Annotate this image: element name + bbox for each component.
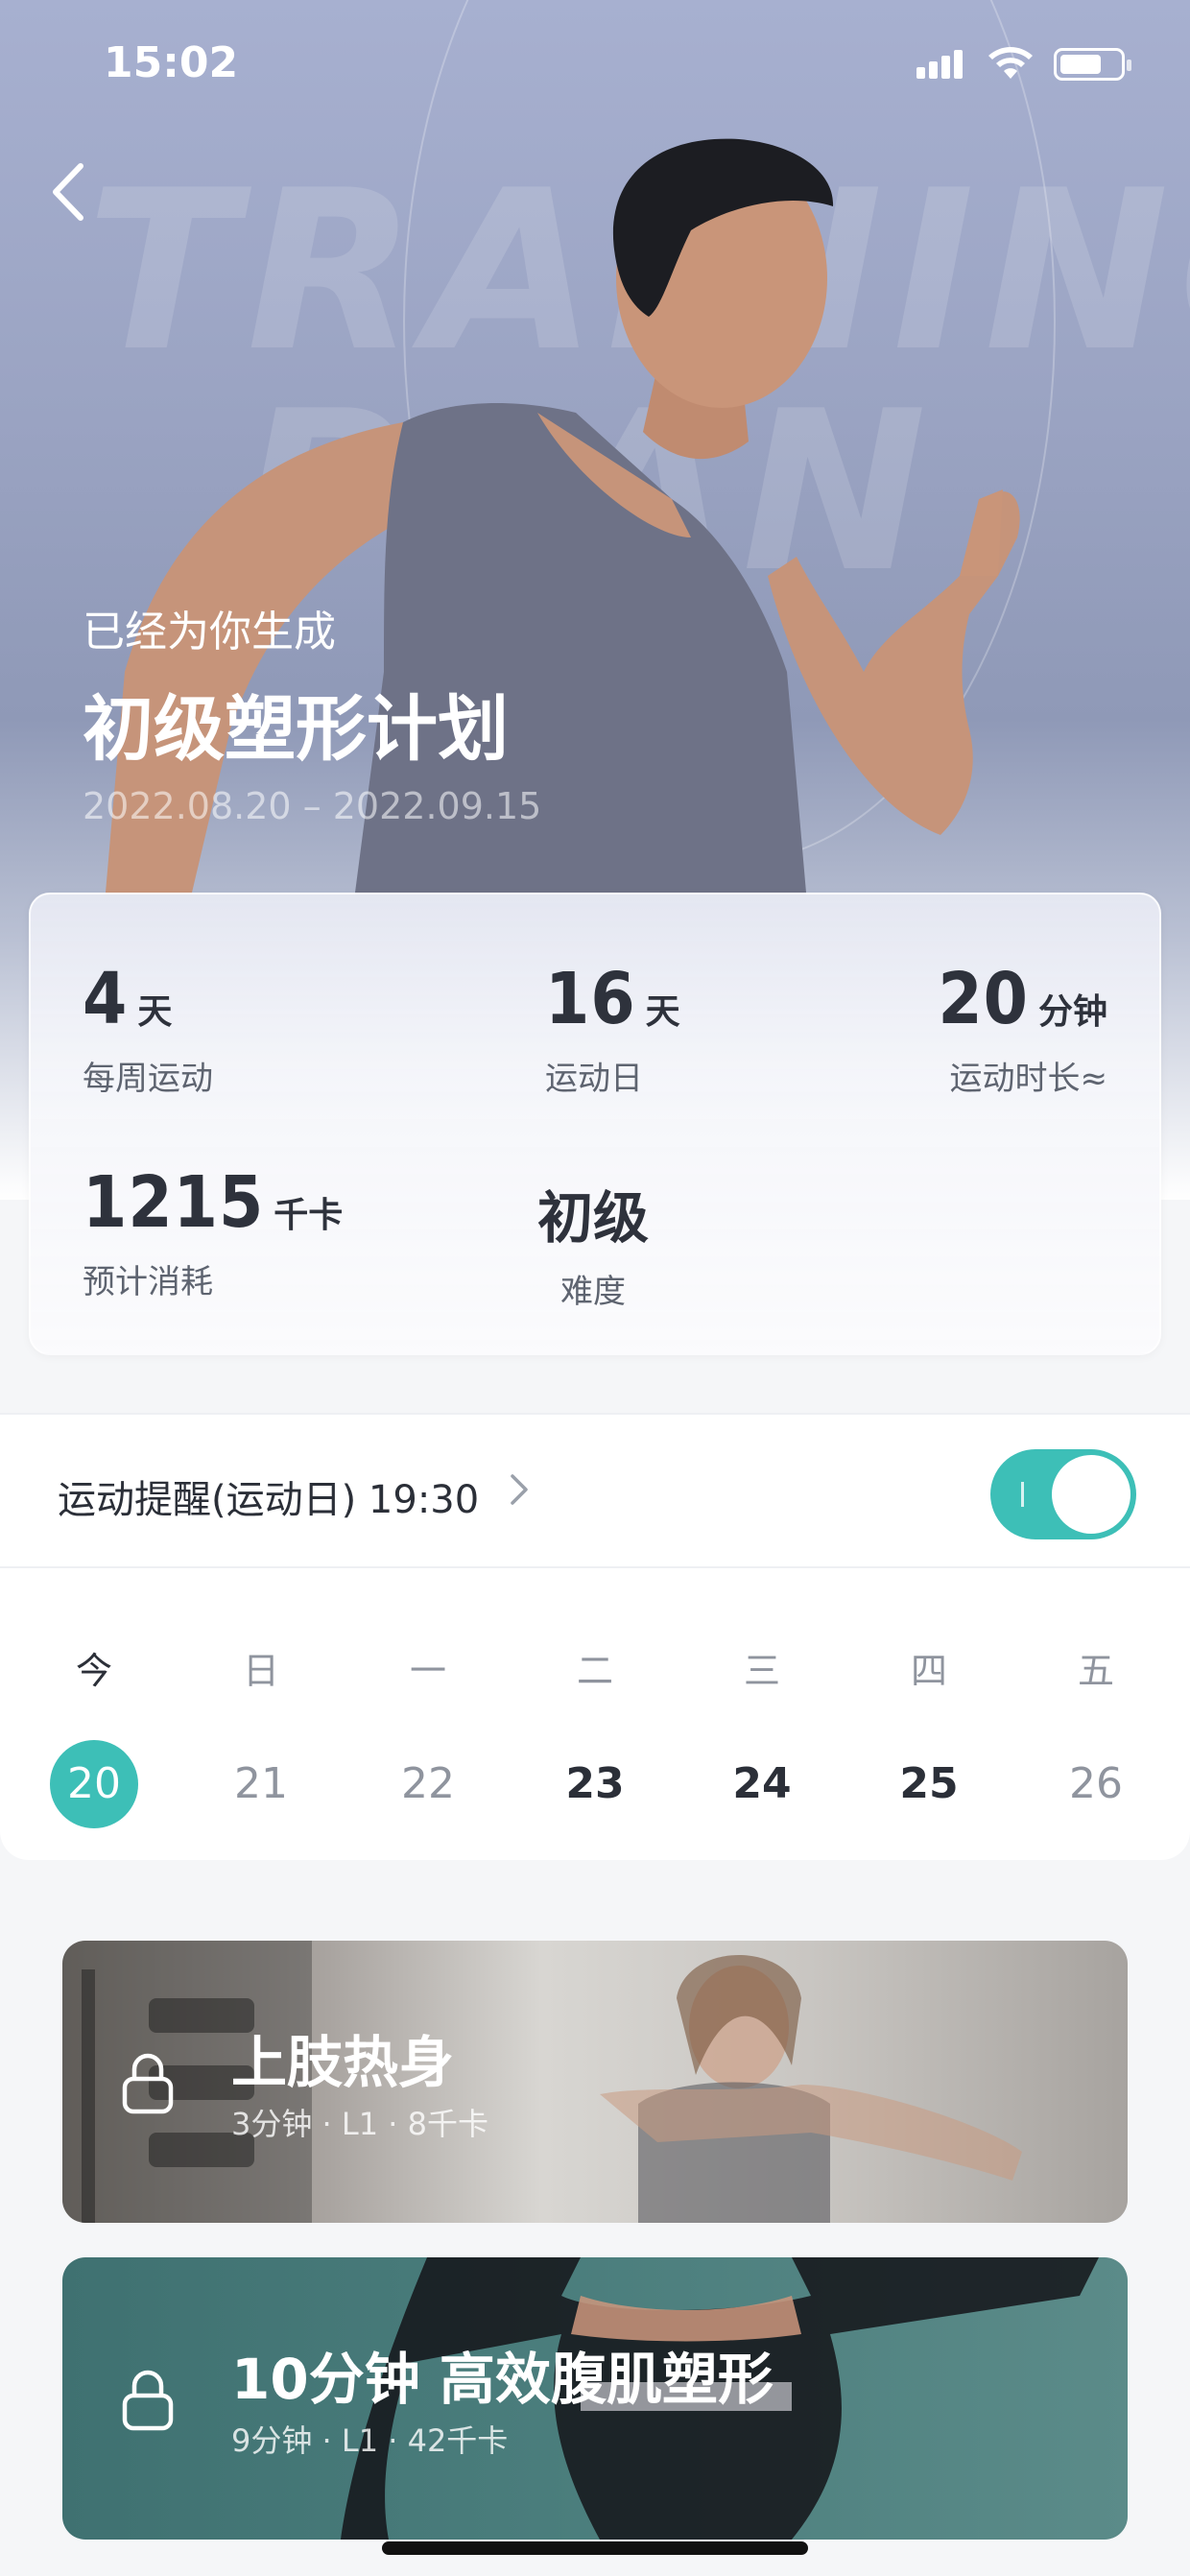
- weekday-label: 一: [409, 1650, 446, 1692]
- stat-label: 运动时长≈: [949, 1060, 1108, 1098]
- stat-days: 16 天 运动日: [545, 958, 680, 1099]
- reminder-label: 运动提醒(运动日) 19:30: [58, 1478, 480, 1522]
- course-title: 上肢热身: [231, 2030, 455, 2095]
- stat-calories: 1215 千卡 预计消耗: [83, 1161, 343, 1302]
- toggle-on-indicator: [1021, 1482, 1024, 1507]
- stat-label: 预计消耗: [83, 1263, 213, 1301]
- calendar-day[interactable]: 四 25: [871, 1641, 987, 1828]
- stat-value: 初级: [536, 1185, 649, 1251]
- stat-duration: 20 分钟 运动时长≈: [938, 958, 1107, 1099]
- date-number: 23: [565, 1759, 625, 1808]
- status-bar: 15:02: [0, 0, 1190, 125]
- plan-stats-card: 4天 每周运动 16 天 运动日 20 分钟 运动时长≈ 1215 千卡 预计消耗 初…: [29, 893, 1161, 1355]
- calendar-day[interactable]: 日 21: [203, 1641, 319, 1828]
- stat-unit: 分钟: [1037, 992, 1107, 1032]
- battery-icon: [1054, 48, 1131, 81]
- date-number: 25: [899, 1759, 959, 1808]
- toggle-knob: [1052, 1455, 1130, 1534]
- stat-label: 难度: [560, 1273, 626, 1311]
- home-indicator[interactable]: [382, 2541, 808, 2555]
- weekday-label: 二: [576, 1650, 613, 1692]
- stat-unit: 天: [645, 992, 680, 1032]
- calendar-day[interactable]: 一 22: [370, 1641, 486, 1828]
- stat-unit: 天: [137, 992, 173, 1032]
- stat-unit: 千卡: [274, 1196, 344, 1235]
- date-number: 22: [401, 1759, 455, 1808]
- date-number: 26: [1069, 1759, 1123, 1808]
- stat-value: 4: [83, 958, 129, 1040]
- stat-label: 运动日: [545, 1060, 643, 1098]
- calendar-day[interactable]: 二 23: [537, 1641, 653, 1828]
- weekday-label: 三: [743, 1650, 780, 1692]
- lock-icon: [122, 2053, 174, 2114]
- chevron-right-icon: [511, 1474, 528, 1505]
- wifi-icon: [988, 47, 1033, 79]
- plan-date-range: 2022.08.20 – 2022.09.15: [83, 785, 542, 827]
- weekday-label: 五: [1077, 1650, 1114, 1692]
- course-meta: 3分钟 · L1 · 8千卡: [231, 2106, 488, 2142]
- weekday-label: 今: [75, 1650, 112, 1692]
- stat-weekly: 4天 每周运动: [83, 958, 213, 1099]
- date-number: 21: [234, 1759, 288, 1808]
- course-card[interactable]: 10分钟 高效腹肌塑形 9分钟 · L1 · 42千卡: [62, 2257, 1128, 2540]
- date-number: 20: [50, 1740, 138, 1828]
- stat-value: 1215: [83, 1161, 265, 1244]
- status-time: 15:02: [104, 38, 239, 87]
- course-title: 10分钟 高效腹肌塑形: [231, 2347, 774, 2412]
- reminder-toggle[interactable]: [990, 1449, 1136, 1539]
- stat-difficulty: 初级 难度: [534, 1173, 653, 1312]
- reminder-row[interactable]: 运动提醒(运动日) 19:30: [0, 1413, 1190, 1568]
- course-card[interactable]: 上肢热身 3分钟 · L1 · 8千卡: [62, 1941, 1128, 2223]
- week-calendar: 今 20 日 21 一 22 二 23 三 24 四 25 五 26: [0, 1568, 1190, 1860]
- weekday-label: 四: [910, 1650, 947, 1692]
- calendar-day[interactable]: 三 24: [704, 1641, 820, 1828]
- course-background-illustration: [62, 1941, 1022, 2223]
- cellular-signal-icon: [916, 50, 963, 79]
- calendar-day[interactable]: 今 20: [36, 1641, 152, 1828]
- stat-value: 16: [545, 958, 636, 1040]
- course-meta: 9分钟 · L1 · 42千卡: [231, 2422, 509, 2459]
- lock-icon: [122, 2370, 174, 2431]
- back-arrow-icon[interactable]: [46, 158, 94, 226]
- stat-value: 20: [938, 958, 1029, 1040]
- date-number: 24: [732, 1759, 792, 1808]
- calendar-day[interactable]: 五 26: [1038, 1641, 1154, 1828]
- stat-label: 每周运动: [83, 1060, 213, 1098]
- plan-subtitle: 已经为你生成: [83, 608, 336, 656]
- weekday-label: 日: [242, 1650, 279, 1692]
- plan-title: 初级塑形计划: [83, 688, 509, 771]
